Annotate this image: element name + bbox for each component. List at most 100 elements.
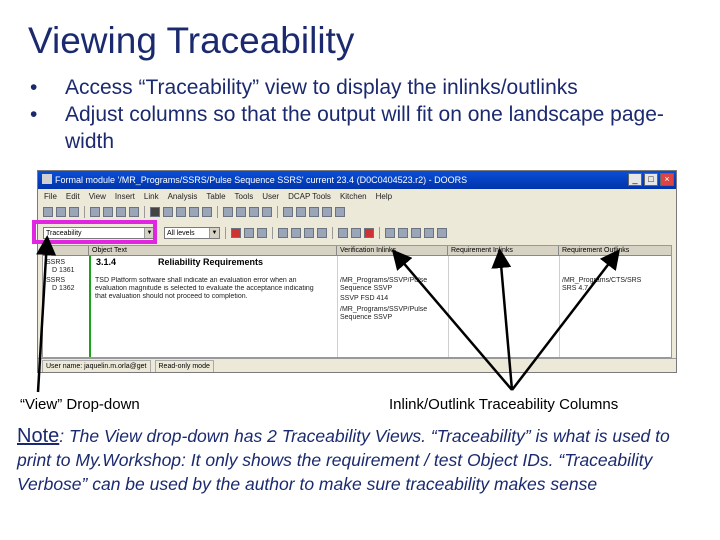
menu-link[interactable]: Link [144, 190, 159, 203]
insert-picture-icon[interactable] [262, 206, 272, 217]
traceability-columns-callout: Inlink/Outlink Traceability Columns [389, 396, 619, 413]
print-icon[interactable] [56, 206, 66, 217]
column-header-requirement-outlinks[interactable]: Requirement Outlinks [559, 246, 671, 256]
object-text-line[interactable]: TSD Platform software shall indicate an … [95, 277, 297, 285]
verification-link[interactable]: Sequence SSVP [340, 314, 392, 322]
show-links-icon[interactable] [257, 227, 267, 238]
find-icon[interactable] [309, 206, 319, 217]
chevron-down-icon[interactable]: ▼ [209, 227, 219, 238]
heading-number: 3.1.4 [96, 257, 117, 267]
menu-analysis[interactable]: Analysis [168, 190, 198, 203]
verification-link[interactable]: Sequence SSVP [340, 285, 392, 293]
row-id-number: D 1361 [52, 267, 75, 274]
maximize-button[interactable]: □ [644, 173, 658, 186]
bullet-dot: • [30, 76, 38, 99]
align-left-icon[interactable] [278, 227, 288, 238]
cut-icon[interactable] [90, 206, 100, 217]
slide-title: Viewing Traceability [28, 20, 355, 61]
spell-check-icon[interactable] [364, 227, 374, 238]
outlink[interactable]: /MR_Programs/CTS/SRS [562, 277, 641, 285]
menu-dcap-tools[interactable]: DCAP Tools [288, 190, 331, 203]
toolbar-separator [144, 205, 145, 218]
forward-icon[interactable] [424, 227, 434, 238]
italic-icon[interactable] [176, 206, 186, 217]
menu-tools[interactable]: Tools [235, 190, 254, 203]
note-paragraph: Note: The View drop-down has 2 Traceabil… [17, 424, 707, 496]
row-id-prefix: SSRS [46, 259, 66, 266]
change-bar [89, 256, 91, 357]
strikethrough-icon[interactable] [202, 206, 212, 217]
window-titlebar: Formal module '/MR_Programs/SSRS/Pulse S… [38, 171, 676, 189]
app-icon [42, 174, 52, 184]
toolbar-separator [225, 226, 226, 239]
bullet-list: • Access “Traceability” view to display t… [30, 74, 710, 155]
insert-table-icon[interactable] [249, 206, 259, 217]
insert-object-icon[interactable] [223, 206, 233, 217]
home-icon[interactable] [398, 227, 408, 238]
level-dropdown-value: All levels [167, 229, 195, 237]
column-divider [448, 256, 449, 357]
menu-help[interactable]: Help [376, 190, 392, 203]
bullet-text: Access “Traceability” view to display th… [65, 76, 578, 99]
bullet-item: • Access “Traceability” view to display t… [30, 74, 710, 101]
status-mode: Read-only mode [154, 360, 214, 372]
toolbar-separator [272, 226, 273, 239]
column-header-verification-inlinks[interactable]: Verification Inlinks [337, 246, 448, 256]
view-dropdown-highlight [32, 220, 157, 244]
menu-file[interactable]: File [44, 190, 57, 203]
sort-icon[interactable] [296, 206, 306, 217]
window-title: Formal module '/MR_Programs/SSRS/Pulse S… [55, 175, 468, 185]
toolbar-separator [379, 226, 380, 239]
menu-kitchen[interactable]: Kitchen [340, 190, 367, 203]
menu-view[interactable]: View [89, 190, 106, 203]
row-id-prefix: SSRS [46, 277, 66, 284]
close-button[interactable]: × [660, 173, 674, 186]
column-header-requirement-inlinks[interactable]: Requirement Inlinks [448, 246, 559, 256]
refresh-icon[interactable] [437, 227, 447, 238]
status-bar: User name: jaquelin.m.orla@get Read-only… [38, 358, 676, 372]
follow-link-icon[interactable] [244, 227, 254, 238]
object-text-line[interactable]: that evaluation should not proceed to co… [95, 293, 248, 301]
link-icon[interactable] [231, 227, 241, 238]
window-controls: _ □ × [628, 173, 674, 186]
minimize-button[interactable]: _ [628, 173, 642, 186]
copy-icon[interactable] [103, 206, 113, 217]
heading-text[interactable]: Reliability Requirements [158, 257, 263, 267]
bold-icon[interactable] [163, 206, 173, 217]
back-icon[interactable] [411, 227, 421, 238]
outlink[interactable]: SRS 4.7 [562, 285, 588, 293]
menu-table[interactable]: Table [206, 190, 225, 203]
level-dropdown[interactable]: All levels ▼ [164, 226, 220, 239]
columns-icon[interactable] [322, 206, 332, 217]
object-text-line[interactable]: evaluation magnitude is selected to eval… [95, 285, 314, 293]
delete-icon[interactable] [150, 206, 160, 217]
verification-link[interactable]: /MR_Programs/SSVP/Pulse [340, 306, 427, 314]
align-right-icon[interactable] [304, 227, 314, 238]
status-user: User name: jaquelin.m.orla@get [42, 360, 151, 372]
outline-icon[interactable] [338, 227, 348, 238]
column-divider [337, 256, 338, 357]
filter-icon[interactable] [283, 206, 293, 217]
check-icon[interactable] [351, 227, 361, 238]
insert-below-icon[interactable] [236, 206, 246, 217]
column-header-id[interactable]: ID [43, 246, 89, 256]
save-icon[interactable] [43, 206, 53, 217]
paste-icon[interactable] [116, 206, 126, 217]
column-header-object-text[interactable]: Object Text [89, 246, 337, 256]
properties-icon[interactable] [335, 206, 345, 217]
menu-edit[interactable]: Edit [66, 190, 80, 203]
undo-icon[interactable] [129, 206, 139, 217]
underline-icon[interactable] [189, 206, 199, 217]
object-grid: ID Object Text Verification Inlinks Requ… [42, 245, 672, 358]
verification-link[interactable]: SSVP FSD 414 [340, 295, 388, 303]
column-divider [559, 256, 560, 357]
verification-link[interactable]: /MR_Programs/SSVP/Pulse [340, 277, 427, 285]
justify-icon[interactable] [317, 227, 327, 238]
navigate-icon[interactable] [385, 227, 395, 238]
menu-user[interactable]: User [262, 190, 279, 203]
print-preview-icon[interactable] [69, 206, 79, 217]
view-dropdown-callout: “View” Drop-down [20, 396, 140, 413]
menu-insert[interactable]: Insert [115, 190, 135, 203]
align-center-icon[interactable] [291, 227, 301, 238]
row-id-number: D 1362 [52, 285, 75, 292]
